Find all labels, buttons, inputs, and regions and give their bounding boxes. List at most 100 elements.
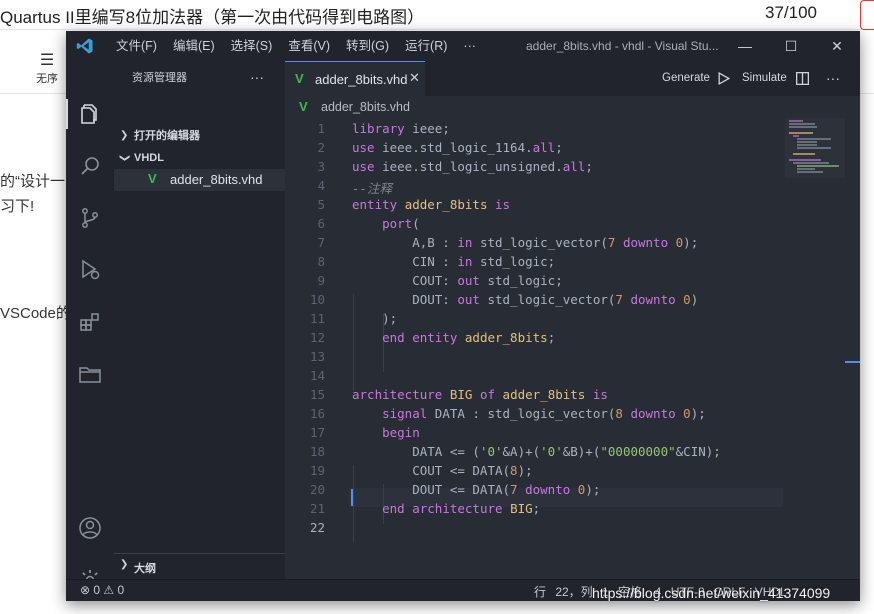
explorer-sidebar: 资源管理器 ··· ❯ 打开的编辑器 ❯ VHDL V adder_8bits.… (114, 61, 285, 579)
line-number: 12 (309, 330, 325, 345)
code-line: DOUT: out std_logic_vector(7 downto 0) (352, 292, 699, 307)
line-number: 10 (309, 292, 325, 307)
article-text: 的“设计一 (0, 173, 65, 190)
open-editors-section[interactable]: ❯ 打开的编辑器 (114, 125, 285, 147)
explorer-title: 资源管理器 (132, 72, 187, 84)
chevron-right-icon: ❯ (120, 130, 129, 141)
code-line: entity adder_8bits is (352, 197, 511, 212)
window-title: adder_8bits.vhd - vhdl - Visual Stu... (526, 39, 719, 53)
code-line: DOUT <= DATA(7 downto 0); (352, 482, 601, 497)
code-line: signal DATA : std_logic_vector(8 downto … (382, 406, 706, 421)
extensions-icon[interactable] (78, 310, 102, 334)
menu-file[interactable]: 文件(F) (108, 31, 165, 61)
activity-bar (66, 61, 114, 590)
title-bar: 文件(F) 编辑(E) 选择(S) 查看(V) 转到(G) 运行(R) ··· … (66, 31, 860, 61)
maximize-button[interactable]: ☐ (768, 31, 814, 61)
code-line: ); (352, 311, 398, 326)
vscode-logo-icon (76, 38, 93, 54)
simulate-button[interactable]: Simulate (742, 61, 787, 96)
list-icon: ☰ (39, 52, 55, 69)
line-number: 3 (317, 159, 325, 174)
line-number: 19 (309, 463, 325, 478)
problems-status[interactable]: ⊗ 0 ⚠ 0 (80, 583, 124, 597)
code-line: COUT: out std_logic; (352, 273, 563, 288)
line-number: 9 (317, 273, 325, 288)
breadcrumb: V adder_8bits.vhd (299, 99, 410, 114)
line-number: 11 (309, 311, 325, 326)
article-header: Quartus II里编写8位加法器（第一次由代码得到电路图） 37/100 (0, 0, 874, 30)
more-actions-icon[interactable]: ··· (826, 61, 840, 96)
line-number: 5 (317, 197, 325, 212)
article-text: 习下! (0, 198, 35, 215)
scrollbar-marker (845, 361, 860, 363)
menu-more[interactable]: ··· (455, 31, 484, 61)
generate-button[interactable]: Generate (662, 61, 710, 96)
code-line: end architecture BIG; (382, 501, 541, 516)
tab-adder-8bits[interactable]: V adder_8bits.vhd ✕ (285, 61, 425, 96)
watermark-text: https://blog.csdn.net/weixin_41374099 (592, 585, 831, 601)
explorer-icon[interactable] (78, 102, 102, 126)
line-number: 22 (309, 520, 325, 535)
line-number: 8 (317, 254, 325, 269)
chevron-right-icon: ❯ (120, 559, 129, 570)
code-line: end entity adder_8bits; (382, 330, 556, 345)
line-number: 15 (309, 387, 325, 402)
code-line: architecture BIG of adder_8bits is (352, 387, 608, 402)
code-line: begin (382, 425, 420, 440)
chevron-down-icon: ❯ (119, 153, 131, 163)
article-title: Quartus II里编写8位加法器（第一次由代码得到电路图） (0, 8, 425, 27)
play-icon[interactable] (717, 72, 730, 85)
split-editor-icon[interactable] (796, 72, 809, 85)
outline-section[interactable]: ❯ 大纲 (114, 553, 285, 579)
line-number: 20 (309, 482, 325, 497)
run-debug-icon[interactable] (78, 258, 102, 282)
file-item-adder-8bits[interactable]: V adder_8bits.vhd (114, 169, 285, 191)
minimize-button[interactable]: — (722, 31, 768, 61)
line-number: 21 (309, 501, 325, 516)
line-number: 2 (317, 140, 325, 155)
publish-button[interactable] (860, 0, 874, 30)
account-icon[interactable] (78, 516, 102, 540)
menu-run[interactable]: 运行(R) (397, 31, 455, 61)
source-control-icon[interactable] (78, 206, 102, 230)
unordered-list-button[interactable]: ☰ 无序 (36, 50, 58, 86)
close-tab-icon[interactable]: ✕ (409, 70, 420, 86)
active-indicator (66, 99, 68, 129)
vhdl-file-icon: V (295, 71, 304, 86)
menu-edit[interactable]: 编辑(E) (165, 31, 223, 61)
menu-view[interactable]: 查看(V) (280, 31, 338, 61)
menu-bar: 文件(F) 编辑(E) 选择(S) 查看(V) 转到(G) 运行(R) ··· (108, 31, 484, 61)
code-line: A,B : in std_logic_vector(7 downto 0); (352, 235, 699, 250)
tab-bar: V adder_8bits.vhd ✕ Generate Simulate ··… (285, 61, 860, 96)
code-line: DATA <= ('0'&A)+('0'&B)+("00000000"&CIN)… (352, 444, 721, 459)
code-line: COUT <= DATA(8); (352, 463, 533, 478)
title-char-count: 37/100 (765, 3, 817, 22)
line-number: 16 (309, 406, 325, 421)
vhdl-file-icon: V (148, 171, 157, 186)
code-line: CIN : in std_logic; (352, 254, 556, 269)
code-line: use ieee.std_logic_unsigned.all; (352, 159, 593, 174)
code-line: use ieee.std_logic_1164.all; (352, 140, 563, 155)
vscode-window: 文件(F) 编辑(E) 选择(S) 查看(V) 转到(G) 运行(R) ··· … (66, 31, 860, 601)
line-number: 18 (309, 444, 325, 459)
close-button[interactable]: ✕ (814, 31, 860, 61)
folder-section-vhdl[interactable]: ❯ VHDL (114, 147, 285, 169)
article-text: VSCode的 (0, 305, 71, 322)
vhdl-file-icon: V (299, 99, 308, 114)
menu-selection[interactable]: 选择(S) (223, 31, 281, 61)
code-line: port( (382, 216, 420, 231)
menu-go[interactable]: 转到(G) (338, 31, 397, 61)
code-line: --注释 (352, 181, 393, 196)
more-actions-icon[interactable]: ··· (250, 61, 264, 94)
minimap[interactable] (785, 118, 845, 178)
line-number: 4 (317, 178, 325, 193)
editor-area: V adder_8bits.vhd ✕ Generate Simulate ··… (285, 61, 860, 579)
line-number: 7 (317, 235, 325, 250)
line-number: 13 (309, 349, 325, 364)
line-number: 17 (309, 425, 325, 440)
code-line: library ieee; (352, 121, 450, 136)
search-icon[interactable] (78, 154, 102, 178)
folder-icon[interactable] (78, 362, 102, 386)
line-number: 6 (317, 216, 325, 231)
line-number: 14 (309, 368, 325, 383)
